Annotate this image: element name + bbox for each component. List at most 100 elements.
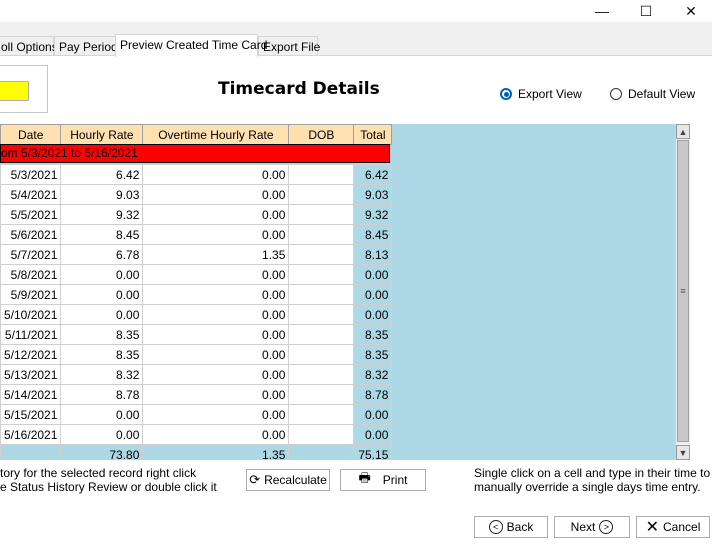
tab-pay-period[interactable]: Pay Period xyxy=(54,36,118,56)
recalculate-button[interactable]: ⟳ Recalculate xyxy=(246,469,330,491)
grid-vertical-scrollbar[interactable]: ▲ ≡ ▼ xyxy=(675,124,690,460)
pay-period-group-row[interactable]: om 5/3/2021 to 5/16/2021 xyxy=(0,144,390,163)
cell-date[interactable]: 5/9/2021 xyxy=(0,284,62,305)
cell-total[interactable]: 9.32 xyxy=(353,204,393,225)
table-row[interactable]: 5/7/2021 6.78 1.35 8.13 xyxy=(0,244,393,265)
cell-total[interactable]: 8.13 xyxy=(353,244,393,265)
cell-total[interactable]: 0.00 xyxy=(353,424,393,445)
cell-dob[interactable] xyxy=(288,384,355,405)
cell-date[interactable]: 5/12/2021 xyxy=(0,344,62,365)
cell-total[interactable]: 9.03 xyxy=(353,184,393,205)
table-row[interactable]: 5/11/2021 8.35 0.00 8.35 xyxy=(0,324,393,345)
table-row[interactable]: 5/5/2021 9.32 0.00 9.32 xyxy=(0,204,393,225)
next-button[interactable]: Next > xyxy=(554,516,630,538)
cell-dob[interactable] xyxy=(288,204,355,225)
cell-overtime-rate[interactable]: 0.00 xyxy=(142,384,290,405)
table-row[interactable]: 5/9/2021 0.00 0.00 0.00 xyxy=(0,284,393,305)
cell-hourly-rate[interactable]: 8.35 xyxy=(60,324,144,345)
cell-date[interactable]: 5/13/2021 xyxy=(0,364,62,385)
column-header-hourly-rate[interactable]: Hourly Rate xyxy=(60,124,144,145)
cell-date[interactable]: 5/5/2021 xyxy=(0,204,62,225)
scroll-up-arrow-icon[interactable]: ▲ xyxy=(676,124,690,139)
cell-dob[interactable] xyxy=(288,404,355,425)
table-row[interactable]: 5/6/2021 8.45 0.00 8.45 xyxy=(0,224,393,245)
cell-hourly-rate[interactable]: 0.00 xyxy=(60,284,144,305)
tab-export-file[interactable]: Export File xyxy=(258,36,320,56)
cell-dob[interactable] xyxy=(288,164,355,185)
cell-total[interactable]: 8.35 xyxy=(353,344,393,365)
default-view-radio[interactable]: Default View xyxy=(610,87,695,101)
cell-overtime-rate[interactable]: 0.00 xyxy=(142,224,290,245)
column-header-total[interactable]: Total xyxy=(353,124,393,145)
cell-hourly-rate[interactable]: 6.42 xyxy=(60,164,144,185)
cell-overtime-rate[interactable]: 0.00 xyxy=(142,344,290,365)
table-row[interactable]: 5/12/2021 8.35 0.00 8.35 xyxy=(0,344,393,365)
cell-overtime-rate[interactable]: 0.00 xyxy=(142,364,290,385)
cell-dob[interactable] xyxy=(288,344,355,365)
minimize-button[interactable]: — xyxy=(579,0,625,22)
timecard-grid[interactable]: Date Hourly Rate Overtime Hourly Rate DO… xyxy=(0,124,676,460)
cell-dob[interactable] xyxy=(288,264,355,285)
cell-date[interactable]: 5/7/2021 xyxy=(0,244,62,265)
cell-date[interactable]: 5/4/2021 xyxy=(0,184,62,205)
cell-total[interactable]: 6.42 xyxy=(353,164,393,185)
cell-date[interactable]: 5/11/2021 xyxy=(0,324,62,345)
cell-date[interactable]: 5/6/2021 xyxy=(0,224,62,245)
cell-hourly-rate[interactable]: 8.35 xyxy=(60,344,144,365)
cell-overtime-rate[interactable]: 1.35 xyxy=(142,244,290,265)
cell-overtime-rate[interactable]: 0.00 xyxy=(142,184,290,205)
table-row[interactable]: 5/13/2021 8.32 0.00 8.32 xyxy=(0,364,393,385)
cell-hourly-rate[interactable]: 0.00 xyxy=(60,424,144,445)
cell-dob[interactable] xyxy=(288,184,355,205)
tab-preview-created-time-card[interactable]: Preview Created Time Card xyxy=(115,34,267,57)
cell-total[interactable]: 8.78 xyxy=(353,384,393,405)
tab-payroll-options[interactable]: oll Options xyxy=(0,36,58,56)
cell-dob[interactable] xyxy=(288,364,355,385)
table-row[interactable]: 5/4/2021 9.03 0.00 9.03 xyxy=(0,184,393,205)
cell-dob[interactable] xyxy=(288,284,355,305)
export-view-radio[interactable]: Export View xyxy=(500,87,582,101)
cell-hourly-rate[interactable]: 6.78 xyxy=(60,244,144,265)
cell-hourly-rate[interactable]: 8.45 xyxy=(60,224,144,245)
cell-dob[interactable] xyxy=(288,424,355,445)
scroll-down-arrow-icon[interactable]: ▼ xyxy=(676,445,690,460)
cell-total[interactable]: 8.35 xyxy=(353,324,393,345)
cell-hourly-rate[interactable]: 0.00 xyxy=(60,264,144,285)
cell-overtime-rate[interactable]: 0.00 xyxy=(142,304,290,325)
cell-total[interactable]: 8.45 xyxy=(353,224,393,245)
cell-dob[interactable] xyxy=(288,244,355,265)
back-button[interactable]: < Back xyxy=(474,516,548,538)
cell-overtime-rate[interactable]: 0.00 xyxy=(142,164,290,185)
cell-overtime-rate[interactable]: 0.00 xyxy=(142,204,290,225)
cell-hourly-rate[interactable]: 9.03 xyxy=(60,184,144,205)
table-row[interactable]: 5/15/2021 0.00 0.00 0.00 xyxy=(0,404,393,425)
cell-hourly-rate[interactable]: 8.32 xyxy=(60,364,144,385)
cell-dob[interactable] xyxy=(288,304,355,325)
maximize-button[interactable]: ☐ xyxy=(623,0,669,22)
table-row[interactable]: 5/14/2021 8.78 0.00 8.78 xyxy=(0,384,393,405)
cell-overtime-rate[interactable]: 0.00 xyxy=(142,324,290,345)
cell-total[interactable]: 8.32 xyxy=(353,364,393,385)
cell-hourly-rate[interactable]: 0.00 xyxy=(60,304,144,325)
table-row[interactable]: 5/10/2021 0.00 0.00 0.00 xyxy=(0,304,393,325)
cell-total[interactable]: 0.00 xyxy=(353,284,393,305)
cell-date[interactable]: 5/16/2021 xyxy=(0,424,62,445)
cell-hourly-rate[interactable]: 8.78 xyxy=(60,384,144,405)
cell-overtime-rate[interactable]: 0.00 xyxy=(142,264,290,285)
column-header-dob[interactable]: DOB xyxy=(288,124,355,145)
cell-total[interactable]: 0.00 xyxy=(353,304,393,325)
highlight-field[interactable] xyxy=(0,81,29,101)
cell-total[interactable]: 0.00 xyxy=(353,264,393,285)
cancel-button[interactable]: ✕ Cancel xyxy=(636,516,710,538)
cell-overtime-rate[interactable]: 0.00 xyxy=(142,424,290,445)
cell-dob[interactable] xyxy=(288,324,355,345)
cell-overtime-rate[interactable]: 0.00 xyxy=(142,284,290,305)
table-row[interactable]: 5/8/2021 0.00 0.00 0.00 xyxy=(0,264,393,285)
close-window-button[interactable]: ✕ xyxy=(668,0,712,22)
cell-date[interactable]: 5/8/2021 xyxy=(0,264,62,285)
cell-date[interactable]: 5/10/2021 xyxy=(0,304,62,325)
column-header-overtime-hourly-rate[interactable]: Overtime Hourly Rate xyxy=(142,124,290,145)
column-header-date[interactable]: Date xyxy=(0,124,62,145)
print-button[interactable]: 🖶 Print xyxy=(340,469,426,491)
cell-total[interactable]: 0.00 xyxy=(353,404,393,425)
